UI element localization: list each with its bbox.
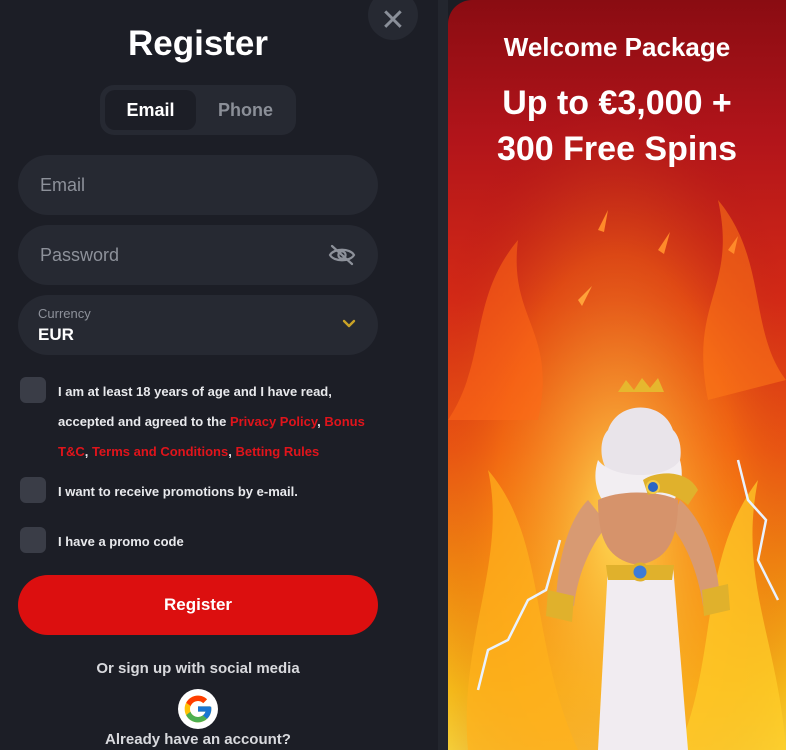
password-input[interactable] (40, 244, 328, 266)
terms-separator: , (84, 444, 92, 459)
tab-email[interactable]: Email (105, 90, 196, 130)
promo-headline: Up to €3,000 + 300 Free Spins (448, 80, 786, 172)
register-panel: ✕ Register Email Phone Currency EUR I am… (0, 0, 438, 750)
currency-value: EUR (38, 324, 74, 344)
panel-divider (438, 0, 448, 750)
social-signup-text: Or sign up with social media (96, 660, 300, 677)
terms-agreement-row: I am at least 18 years of age and I have… (20, 377, 365, 467)
promo-banner: Welcome Package Up to €3,000 + 300 Free … (448, 0, 786, 750)
email-field-wrapper (18, 155, 378, 215)
promo-headline-line1: Up to €3,000 + (502, 84, 732, 122)
email-input[interactable] (40, 174, 356, 196)
password-field-wrapper (18, 225, 378, 285)
promo-code-row: I have a promo code (20, 527, 184, 557)
promo-headline-line2: 300 Free Spins (496, 130, 737, 168)
terms-text: I am at least 18 years of age and I have… (58, 377, 365, 467)
login-prompt: Already have an account? (105, 731, 291, 748)
betting-rules-link[interactable]: Betting Rules (235, 444, 319, 459)
register-button[interactable]: Register (18, 575, 378, 635)
promo-subtitle: Welcome Package (503, 32, 731, 62)
promo-email-checkbox[interactable] (20, 477, 46, 503)
currency-select[interactable]: Currency EUR (18, 295, 378, 355)
terms-conditions-link[interactable]: Terms and Conditions (92, 444, 228, 459)
privacy-policy-link[interactable]: Privacy Policy (230, 414, 317, 429)
chevron-down-icon (342, 319, 356, 328)
promo-code-checkbox[interactable] (20, 527, 46, 553)
currency-label: Currency (38, 305, 91, 321)
google-icon (184, 695, 212, 723)
tab-phone[interactable]: Phone (200, 90, 291, 130)
page-title: Register (127, 24, 269, 63)
promo-email-row: I want to receive promotions by e-mail. (20, 477, 298, 507)
google-signup-button[interactable] (178, 689, 218, 729)
tab-switcher: Email Phone (100, 85, 296, 135)
terms-checkbox[interactable] (20, 377, 46, 403)
promo-email-label: I want to receive promotions by e-mail. (58, 484, 298, 499)
promo-code-label: I have a promo code (58, 534, 184, 549)
eye-off-icon[interactable] (328, 244, 356, 266)
